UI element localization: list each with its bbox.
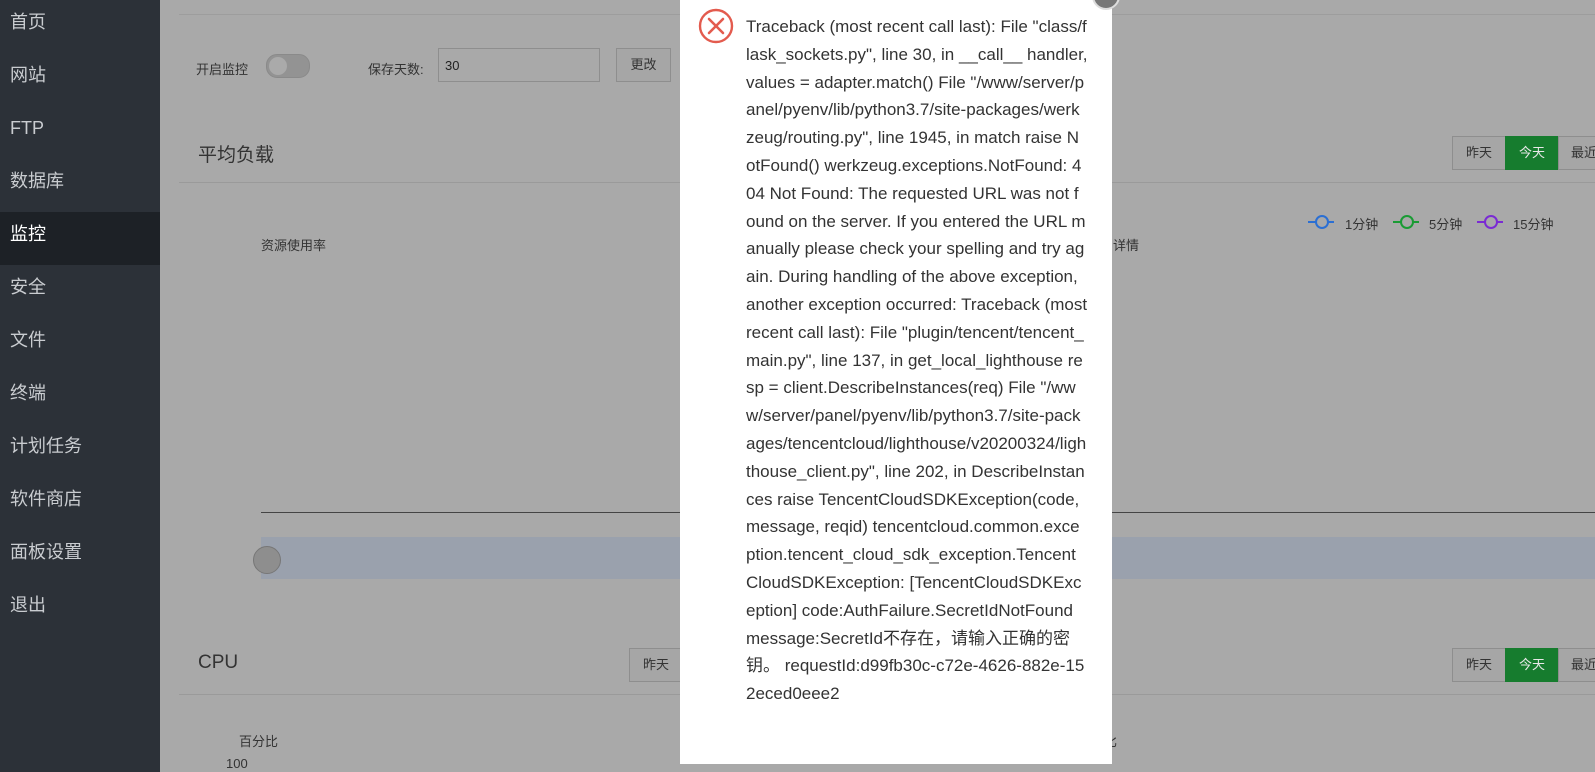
error-circle-x-icon — [698, 8, 734, 44]
load-section-title: 平均负载 — [198, 145, 275, 166]
monitor-toggle-label: 开启监控 — [196, 62, 249, 77]
sidebar-item-cron[interactable]: 计划任务 — [0, 424, 160, 477]
sidebar-item-ftp[interactable]: FTP — [0, 106, 160, 159]
monitor-toggle[interactable] — [266, 54, 310, 78]
sidebar-item-logout[interactable]: 退出 — [0, 583, 160, 636]
retention-days-label: 保存天数: — [368, 62, 424, 77]
resource-usage-caption: 资源使用率 — [261, 238, 327, 253]
sidebar-item-terminal[interactable]: 终端 — [0, 371, 160, 424]
retention-days-input[interactable] — [438, 48, 600, 82]
sidebar: 首页 网站 FTP 数据库 监控 安全 文件 终端 计划任务 软件商店 面板设置… — [0, 0, 160, 772]
zoom-slider-handle[interactable] — [253, 546, 281, 574]
sidebar-item-files[interactable]: 文件 — [0, 318, 160, 371]
cpu-y-axis-caption: 百分比 — [239, 734, 279, 749]
sidebar-item-website[interactable]: 网站 — [0, 53, 160, 106]
legend-5min-label: 5分钟 — [1429, 217, 1463, 232]
cpu-y-tick-100: 100 — [226, 756, 248, 771]
cpu-recent-button[interactable]: 最近 — [1558, 648, 1595, 682]
cpu-left-yesterday-button[interactable]: 昨天 — [629, 648, 683, 682]
load-recent-button[interactable]: 最近 — [1558, 136, 1595, 170]
legend-1min-marker — [1308, 214, 1334, 229]
sidebar-item-panel-settings[interactable]: 面板设置 — [0, 530, 160, 583]
change-button[interactable]: 更改 — [616, 48, 671, 82]
sidebar-item-security[interactable]: 安全 — [0, 265, 160, 318]
sidebar-item-home[interactable]: 首页 — [0, 0, 160, 53]
cpu-today-button[interactable]: 今天 — [1505, 648, 1559, 682]
error-dialog: Traceback (most recent call last): File … — [680, 0, 1120, 764]
load-yesterday-button[interactable]: 昨天 — [1452, 136, 1506, 170]
load-details-caption: 详情 — [1113, 238, 1140, 253]
legend-1min-label: 1分钟 — [1345, 217, 1379, 232]
cpu-yesterday-button[interactable]: 昨天 — [1452, 648, 1506, 682]
legend-5min-marker — [1393, 214, 1419, 229]
legend-15min-label: 15分钟 — [1513, 217, 1554, 232]
cpu-section-title: CPU — [198, 652, 239, 673]
sidebar-item-app-store[interactable]: 软件商店 — [0, 477, 160, 530]
legend-15min-marker — [1477, 214, 1503, 229]
sidebar-item-monitor[interactable]: 监控 — [0, 212, 160, 265]
load-today-button[interactable]: 今天 — [1505, 136, 1559, 170]
error-message: Traceback (most recent call last): File … — [746, 17, 1088, 704]
sidebar-item-database[interactable]: 数据库 — [0, 159, 160, 212]
